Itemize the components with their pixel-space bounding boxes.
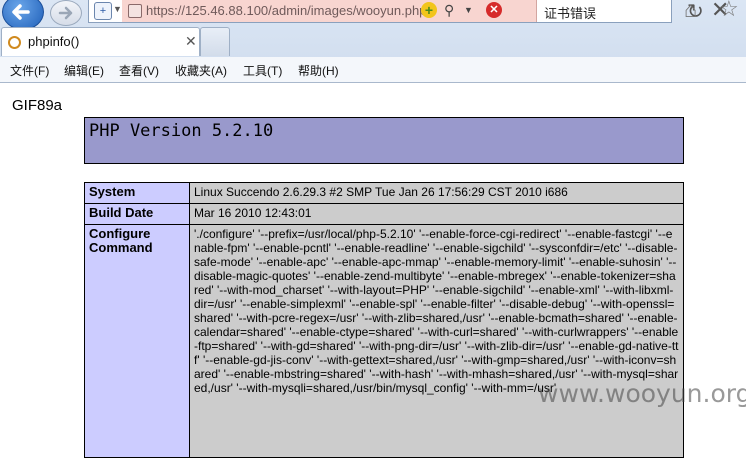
chevron-down-icon[interactable]: ▼ — [113, 4, 122, 14]
tab-strip: phpinfo() ✕ — [0, 27, 746, 56]
phpinfo-table: System Linux Succendo 2.6.29.3 #2 SMP Tu… — [84, 182, 684, 458]
search-icon[interactable]: ⚲ — [444, 2, 454, 19]
certificate-error-label[interactable]: 证书错误 — [544, 3, 596, 22]
row-value: Linux Succendo 2.6.29.3 #2 SMP Tue Jan 2… — [189, 182, 684, 204]
page-icon — [128, 4, 142, 18]
security-shield-icon[interactable]: + — [94, 2, 112, 20]
tab-favicon-icon — [8, 36, 21, 49]
favorites-star-icon[interactable]: ☆ — [719, 0, 739, 22]
forward-arrow-icon — [58, 6, 73, 20]
row-key: System — [84, 182, 190, 204]
certificate-error-icon[interactable]: ✕ — [486, 2, 502, 18]
table-row: System Linux Succendo 2.6.29.3 #2 SMP Tu… — [84, 182, 684, 204]
new-tab-button[interactable] — [200, 27, 230, 56]
menu-bar: 文件(F) 编辑(E) 查看(V) 收藏夹(A) 工具(T) 帮助(H) — [0, 57, 746, 82]
forward-button[interactable] — [50, 0, 82, 26]
browser-chrome: + ▼ https://125.46.88.100/admin/images/w… — [0, 0, 746, 83]
menu-edit[interactable]: 编辑(E) — [64, 62, 104, 79]
add-icon[interactable]: + — [421, 2, 437, 18]
row-value: Mar 16 2010 12:43:01 — [189, 203, 684, 225]
tab-title: phpinfo() — [28, 34, 80, 49]
gif-header-text: GIF89a — [12, 97, 63, 114]
home-icon[interactable]: ⌂ — [684, 0, 697, 23]
url-field[interactable]: https://125.46.88.100/admin/images/wooyu… — [122, 0, 537, 22]
tab-close-icon[interactable]: ✕ — [185, 33, 197, 50]
back-button[interactable] — [2, 0, 44, 30]
menu-tools[interactable]: 工具(T) — [243, 62, 282, 79]
page-title: PHP Version 5.2.10 — [89, 121, 274, 141]
tab-phpinfo[interactable]: phpinfo() ✕ — [1, 27, 200, 56]
menu-help[interactable]: 帮助(H) — [298, 62, 339, 79]
menu-view[interactable]: 查看(V) — [119, 62, 159, 79]
menu-favorites[interactable]: 收藏夹(A) — [175, 62, 227, 79]
menu-file[interactable]: 文件(F) — [10, 62, 49, 79]
watermark: www.wooyun.org — [538, 379, 746, 408]
php-version-header: PHP Version 5.2.10 — [84, 117, 684, 164]
navigation-bar: + ▼ https://125.46.88.100/admin/images/w… — [0, 0, 746, 30]
back-arrow-icon — [12, 4, 30, 20]
table-row: Build Date Mar 16 2010 12:43:01 — [84, 203, 684, 225]
url-text[interactable]: https://125.46.88.100/admin/images/wooyu… — [146, 3, 426, 18]
search-dropdown-icon[interactable]: ▼ — [464, 5, 473, 15]
address-bar[interactable]: + ▼ https://125.46.88.100/admin/images/w… — [88, 0, 729, 23]
row-key: Build Date — [84, 203, 190, 225]
